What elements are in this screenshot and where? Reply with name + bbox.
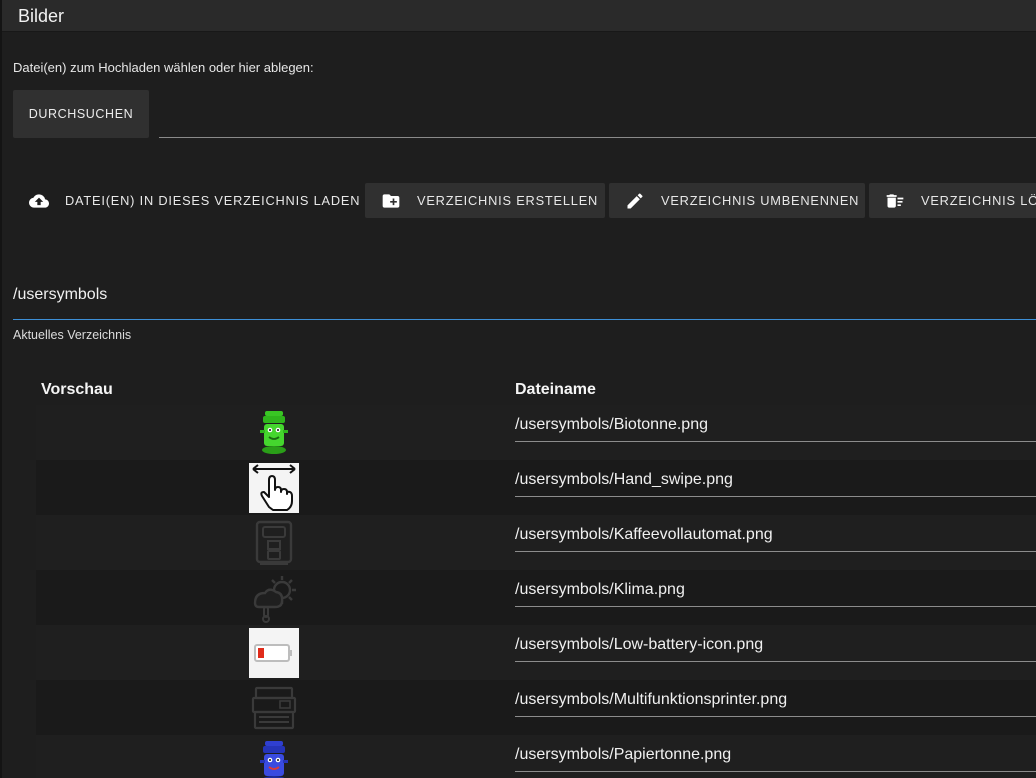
create-directory-label: VERZEICHNIS ERSTELLEN: [417, 193, 599, 208]
filename-underline: [515, 661, 1036, 662]
cloud-upload-icon: [29, 191, 49, 211]
page: Bilder Datei(en) zum Hochladen wählen od…: [0, 0, 1036, 778]
preview-thumbnail[interactable]: [249, 628, 299, 678]
upload-hint: Datei(en) zum Hochladen wählen oder hier…: [13, 60, 314, 75]
rename-directory-button[interactable]: VERZEICHNIS UMBENENNEN: [609, 183, 865, 218]
green-bin-icon: [260, 411, 288, 454]
filename-underline: [515, 551, 1036, 552]
title-bar: Bilder: [2, 0, 1036, 32]
table-row[interactable]: /usersymbols/Hand_swipe.png: [36, 460, 1036, 515]
create-directory-button[interactable]: VERZEICHNIS ERSTELLEN: [365, 183, 605, 218]
browse-button[interactable]: DURCHSUCHEN: [13, 90, 149, 138]
preview-thumbnail[interactable]: [249, 408, 299, 458]
table-row[interactable]: /usersymbols/Multifunktionsprinter.png: [36, 680, 1036, 735]
left-edge: [0, 0, 2, 778]
current-directory-label: Aktuelles Verzeichnis: [13, 328, 132, 342]
printer-icon: [251, 686, 297, 730]
pencil-icon: [625, 191, 645, 211]
preview-thumbnail[interactable]: [249, 518, 299, 568]
window-title: Bilder: [18, 6, 65, 26]
filename-underline: [515, 606, 1036, 607]
upload-to-directory-button[interactable]: DATEI(EN) IN DIESES VERZEICHNIS LADEN: [17, 183, 360, 218]
climate-icon: [253, 576, 296, 623]
filename-input[interactable]: /usersymbols/Low-battery-icon.png: [515, 636, 763, 654]
filename-input[interactable]: /usersymbols/Hand_swipe.png: [515, 471, 733, 489]
filename-underline: [515, 771, 1036, 772]
table-row[interactable]: /usersymbols/Kaffeevollautomat.png: [36, 515, 1036, 570]
hand-swipe-icon: [252, 464, 296, 511]
filename-input[interactable]: /usersymbols/Kaffeevollautomat.png: [515, 526, 773, 544]
filename-input[interactable]: /usersymbols/Biotonne.png: [515, 416, 708, 434]
file-table: /usersymbols/Biotonne.png /usersymbols/H…: [36, 405, 1036, 778]
preview-thumbnail[interactable]: [249, 683, 299, 733]
rename-directory-label: VERZEICHNIS UMBENENNEN: [661, 193, 860, 208]
filename-input[interactable]: /usersymbols/Klima.png: [515, 581, 685, 599]
delete-directory-label: VERZEICHNIS LÖSCHEN: [921, 193, 1036, 208]
preview-thumbnail[interactable]: [249, 573, 299, 623]
delete-directory-button[interactable]: VERZEICHNIS LÖSCHEN: [869, 183, 1036, 218]
filename-input[interactable]: /usersymbols/Multifunktionsprinter.png: [515, 691, 787, 709]
table-row[interactable]: /usersymbols/Papiertonne.png: [36, 735, 1036, 778]
table-row[interactable]: /usersymbols/Klima.png: [36, 570, 1036, 625]
column-header-preview: Vorschau: [41, 381, 113, 398]
current-directory-input[interactable]: /usersymbols: [13, 286, 107, 304]
file-input-line[interactable]: [159, 137, 1036, 138]
table-row[interactable]: /usersymbols/Biotonne.png: [36, 405, 1036, 460]
filename-underline: [515, 441, 1036, 442]
upload-to-directory-label: DATEI(EN) IN DIESES VERZEICHNIS LADEN: [65, 193, 361, 208]
filename-underline: [515, 496, 1036, 497]
blue-bin-icon: [260, 741, 288, 778]
table-row[interactable]: /usersymbols/Low-battery-icon.png: [36, 625, 1036, 680]
low-battery-icon: [254, 644, 292, 662]
coffee-machine-icon: [255, 520, 293, 565]
column-header-filename: Dateiname: [515, 381, 596, 398]
filename-input[interactable]: /usersymbols/Papiertonne.png: [515, 746, 731, 764]
preview-thumbnail[interactable]: [249, 463, 299, 513]
current-directory-underline: [13, 319, 1036, 320]
folder-add-icon: [381, 191, 401, 211]
delete-sweep-icon: [885, 191, 905, 211]
preview-thumbnail[interactable]: [249, 738, 299, 778]
filename-underline: [515, 716, 1036, 717]
